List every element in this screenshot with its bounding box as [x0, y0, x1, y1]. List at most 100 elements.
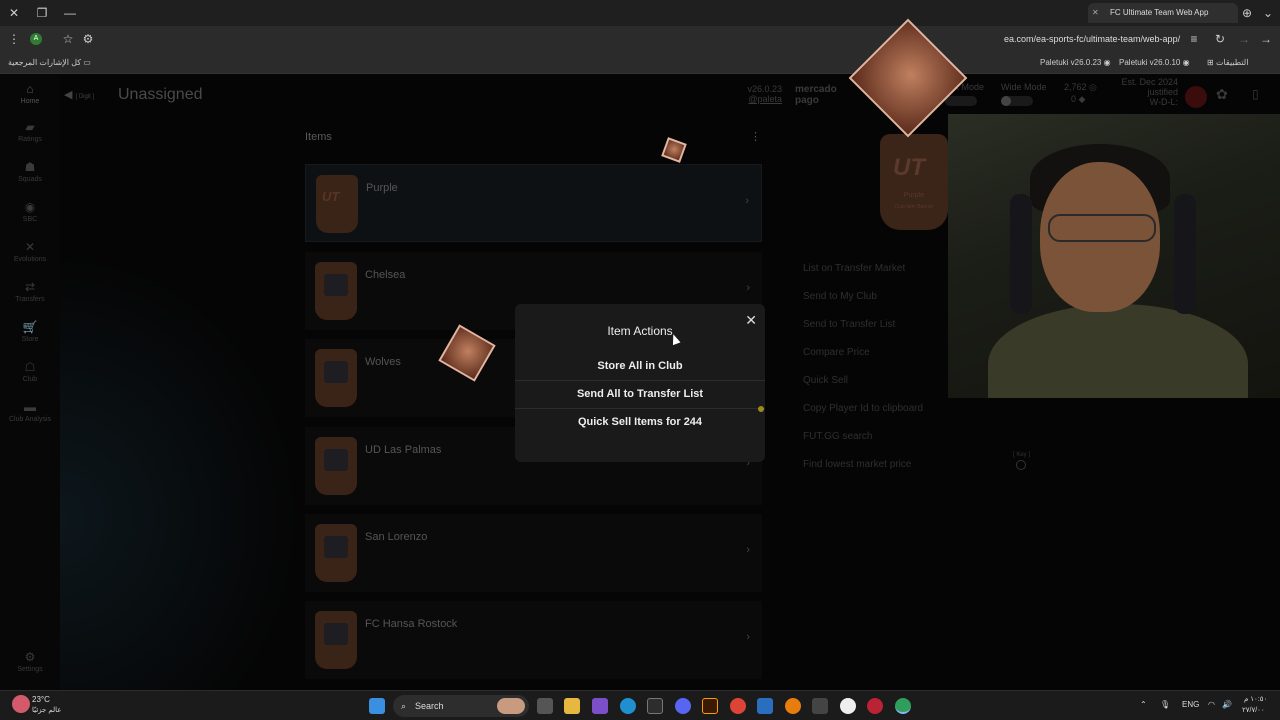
nav-club[interactable]: ☖ Club — [0, 360, 60, 383]
bookmark-star-icon[interactable]: ☆ — [58, 26, 78, 52]
bookmark-label: Paletuki v26.0.23 — [1040, 58, 1102, 67]
nav-label: Evolutions — [13, 256, 47, 263]
chevron-right-icon: › — [745, 195, 749, 207]
minimize-window-icon[interactable]: — — [60, 0, 80, 26]
item-name: Chelsea — [365, 269, 406, 281]
close-window-icon[interactable]: ✕ — [4, 0, 24, 26]
action-send-to-transfer-list[interactable]: Send to Transfer List — [803, 319, 895, 330]
nav-label: Club Analysis — [8, 416, 52, 423]
more-options-icon[interactable]: ⋮ — [750, 130, 761, 143]
media-icon[interactable] — [840, 698, 856, 714]
store-all-in-club-button[interactable]: Store All in Club — [515, 352, 765, 380]
side-navigation: ⌂ Home ▰ Ratings ☗ Squads ◉ SBC ✕ Evolutions … — [0, 74, 60, 690]
browser-tab[interactable]: ✕ FC Ultimate Team Web App — [1088, 3, 1238, 23]
menu-dots-icon[interactable]: ⋮ — [4, 26, 24, 52]
weather-icon[interactable] — [12, 695, 30, 713]
mic-icon[interactable]: 🎙 — [1160, 700, 1170, 709]
volume-icon[interactable]: 🔊 — [1222, 700, 1232, 709]
restore-window-icon[interactable]: ❐ — [32, 0, 52, 26]
nav-settings[interactable]: ⚙ Settings — [0, 650, 60, 673]
extension-icon[interactable]: ⚙ — [78, 26, 98, 52]
file-explorer-icon[interactable] — [564, 698, 580, 714]
back-icon[interactable]: → — [1256, 26, 1276, 52]
key-hint: [ Key ] — [1013, 452, 1031, 458]
headset-right — [1174, 194, 1196, 314]
action-list-on-transfer-market[interactable]: List on Transfer Market — [803, 263, 905, 274]
language-indicator[interactable]: ENG — [1182, 700, 1199, 709]
apps-label: التطبيقات — [1215, 58, 1249, 67]
mail-icon[interactable] — [757, 698, 773, 714]
nav-club-analysis[interactable]: ▬ Club Analysis — [0, 400, 60, 423]
nav-squads[interactable]: ☗ Squads — [0, 160, 60, 183]
item-row-purple[interactable]: UT Purple › — [305, 164, 762, 242]
sbc-icon: ◉ — [24, 200, 36, 214]
tab-close-icon[interactable]: ✕ — [1092, 3, 1099, 23]
url-text[interactable]: ea.com/ea-sports-fc/ultimate-team/web-ap… — [1004, 34, 1180, 44]
all-bookmarks-link[interactable]: كل الإشارات المرجعية ▭ — [8, 52, 91, 74]
calculator-icon[interactable] — [812, 698, 828, 714]
action-quick-sell[interactable]: Quick Sell — [803, 375, 848, 386]
task-view-icon[interactable] — [537, 698, 553, 714]
action-copy-player-id[interactable]: Copy Player Id to clipboard — [803, 403, 923, 414]
version-text: v26.0.23 — [747, 84, 782, 94]
forward-icon[interactable]: → — [1234, 26, 1254, 52]
apps-link[interactable]: ⊞ التطبيقات — [1207, 52, 1248, 74]
action-compare-price[interactable]: Compare Price — [803, 347, 870, 358]
tab-list-chevron-icon[interactable]: ⌄ — [1258, 0, 1278, 26]
edge-icon[interactable] — [620, 698, 636, 714]
squads-icon: ☗ — [24, 160, 36, 174]
analysis-icon: ▬ — [24, 400, 36, 414]
send-all-to-transfer-list-button[interactable]: Send All to Transfer List — [515, 380, 765, 408]
close-icon[interactable]: ✕ — [745, 312, 757, 329]
selected-item-card: UT Purple Club Item Banner — [880, 134, 948, 230]
chrome-active-icon[interactable] — [895, 698, 911, 714]
store-app-icon[interactable] — [647, 698, 663, 714]
quick-sell-items-button[interactable]: Quick Sell Items for 244 — [515, 408, 765, 436]
bookmark-label: Paletuki v26.0.10 — [1119, 58, 1181, 67]
illustrator-icon[interactable] — [702, 698, 718, 714]
settings-flower-icon[interactable]: ✿ — [1216, 86, 1228, 103]
tune-icon[interactable]: ≡ — [1184, 26, 1204, 52]
nav-transfers[interactable]: ⇄ Transfers — [0, 280, 60, 303]
windows-start-icon[interactable] — [369, 698, 385, 714]
wide-mode-toggle[interactable] — [1001, 96, 1033, 106]
nav-store[interactable]: 🛒 Store — [0, 320, 60, 343]
action-send-to-my-club[interactable]: Send to My Club — [803, 291, 877, 302]
item-actions-modal: Item Actions ✕ Store All in Club Send Al… — [515, 304, 765, 462]
coins-value: 2,762 — [1064, 82, 1087, 92]
nav-sbc[interactable]: ◉ SBC — [0, 200, 60, 223]
weather-text: عالم جزئيًا — [32, 707, 62, 714]
points-count: 0 ◆ — [1071, 94, 1086, 104]
version-label: v26.0.23 @paleta — [742, 84, 782, 104]
author-link[interactable]: @paleta — [742, 94, 782, 104]
item-name: San Lorenzo — [365, 531, 428, 543]
clock-time[interactable]: ١٠:٥٠ م — [1244, 695, 1267, 703]
bookmark-paletuki-2[interactable]: Paletuki v26.0.10 ◉ — [1119, 52, 1190, 74]
profile-avatar[interactable]: A — [30, 33, 42, 45]
blender-icon[interactable] — [785, 698, 801, 714]
item-name: FC Hansa Rostock — [365, 618, 458, 630]
taskbar-search[interactable]: ⌕ Search — [393, 695, 529, 717]
reload-icon[interactable]: ↻ — [1210, 26, 1230, 52]
back-button[interactable]: ◀ [ Digit ] — [64, 88, 94, 101]
club-emblem — [324, 361, 348, 383]
wifi-icon[interactable]: ◠ — [1208, 700, 1215, 709]
nav-home[interactable]: ⌂ Home — [0, 82, 60, 105]
item-row-san-lorenzo[interactable]: San Lorenzo › — [305, 514, 762, 592]
tray-chevron-icon[interactable]: ⌃ — [1140, 700, 1147, 709]
discord-icon[interactable] — [675, 698, 691, 714]
menu-icon[interactable]: ▯ — [1252, 87, 1259, 101]
copilot-icon[interactable] — [592, 698, 608, 714]
globe-icon: ◉ — [1182, 58, 1190, 67]
item-row-hansa-rostock[interactable]: FC Hansa Rostock › — [305, 601, 762, 679]
action-futgg-search[interactable]: FUT.GG search — [803, 431, 872, 442]
dark-mode-toggle[interactable] — [945, 96, 977, 106]
nav-ratings[interactable]: ▰ Ratings — [0, 120, 60, 143]
nav-evolutions[interactable]: ✕ Evolutions — [0, 240, 60, 263]
clock-date[interactable]: ٢٧/٧/٠٠ — [1242, 706, 1265, 714]
action-find-lowest-price[interactable]: Find lowest market price — [803, 459, 911, 470]
chrome-icon[interactable] — [730, 698, 746, 714]
club-emblem — [324, 449, 348, 471]
chrome-profile-icon[interactable] — [867, 698, 883, 714]
bookmark-paletuki-1[interactable]: Paletuki v26.0.23 ◉ — [1040, 52, 1111, 74]
